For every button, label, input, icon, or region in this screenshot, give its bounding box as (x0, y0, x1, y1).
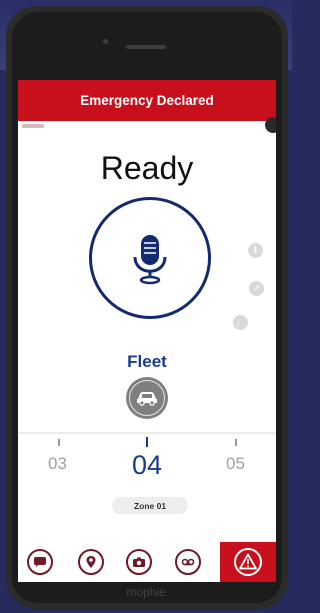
push-to-talk-button[interactable] (89, 197, 211, 319)
profile-avatar[interactable] (265, 117, 276, 133)
car-icon (137, 392, 157, 406)
front-camera (103, 39, 108, 44)
messages-tab[interactable] (27, 549, 53, 575)
zone-label: Zone 01 (133, 500, 167, 511)
channel-tick (58, 439, 60, 446)
vehicle-button[interactable] (126, 377, 168, 419)
channel-name: Fleet (127, 352, 167, 371)
volume-icon[interactable]: ♩ (233, 315, 248, 330)
messages-icon (34, 557, 46, 567)
info-icon[interactable]: ℹ (248, 243, 263, 258)
microphone-icon (133, 235, 167, 285)
emergency-banner-text: Emergency Declared (80, 93, 214, 108)
channel-tick (235, 439, 237, 446)
channel-next[interactable]: 05 (226, 454, 245, 474)
camera-tab[interactable] (126, 549, 152, 575)
history-icon[interactable]: ↗ (249, 281, 264, 296)
location-tab[interactable] (78, 549, 104, 575)
status-text: Ready (100, 150, 194, 186)
location-icon (86, 556, 96, 568)
emergency-banner[interactable]: Emergency Declared (18, 80, 276, 121)
earpiece-speaker (126, 45, 166, 49)
menu-icon[interactable] (22, 124, 44, 128)
channel-tick-current (146, 437, 148, 447)
voicemail-tab[interactable] (175, 549, 201, 575)
voicemail-icon (181, 558, 195, 566)
channel-divider (18, 432, 276, 434)
camera-icon (133, 557, 145, 567)
emergency-button[interactable] (220, 542, 276, 582)
device-brand-label: mophie (126, 585, 166, 599)
emergency-alert-icon (239, 553, 257, 570)
zone-badge[interactable]: Zone 01 (112, 497, 188, 514)
app-screen: Emergency Declared Ready ℹ ↗ ♩ Fleet 03 … (18, 80, 276, 582)
